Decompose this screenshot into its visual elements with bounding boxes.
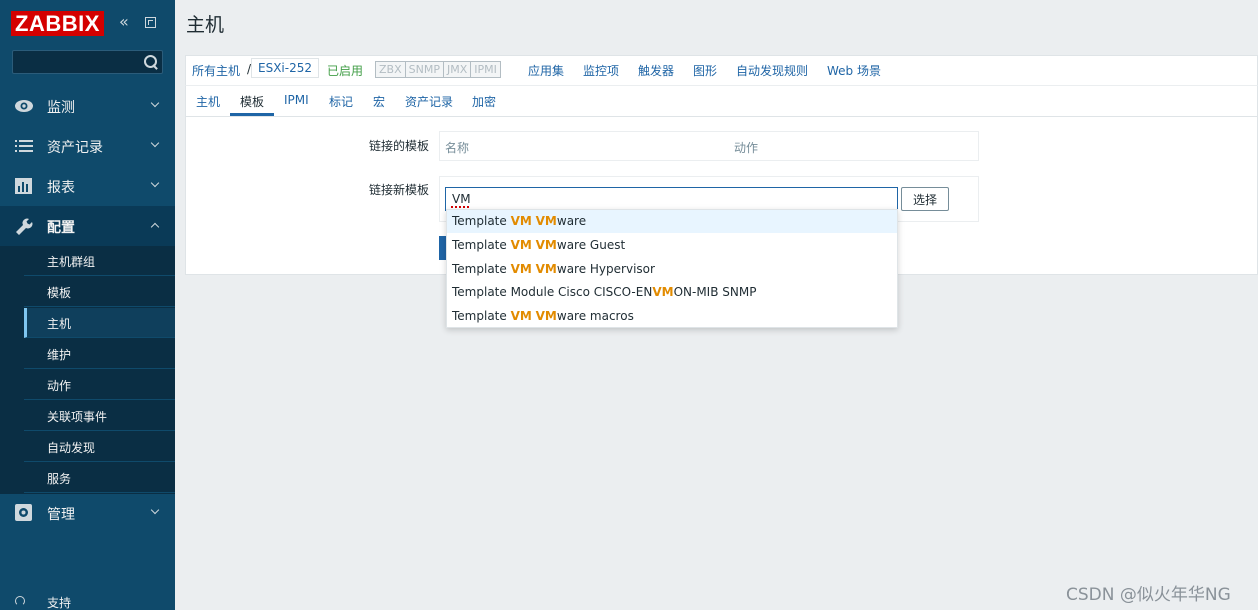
sidebar: ZABBIX « 监测 资产记录 报表 配置 主机群组 模板 主机 维护 动作 … — [0, 0, 175, 610]
menu-label: 监测 — [47, 100, 75, 116]
chevron-down-icon — [150, 505, 160, 515]
autocomplete-option[interactable]: Template VM VMware — [447, 210, 897, 233]
tab-templates[interactable]: 模板 — [240, 93, 264, 110]
submenu-item-maintenance[interactable]: 维护 — [24, 339, 175, 369]
search-icon[interactable] — [144, 55, 158, 69]
autocomplete-option[interactable]: Template Module Cisco CISCO-ENVMON-MIB S… — [447, 281, 897, 304]
submenu-item-actions[interactable]: 动作 — [24, 370, 175, 400]
col-header-name: 名称 — [445, 141, 470, 155]
submenu-label: 主机 — [47, 317, 72, 331]
menu-administration[interactable]: 管理 — [0, 493, 175, 533]
autocomplete-option[interactable]: Template VM VMware macros — [447, 305, 897, 328]
availability-zbx: ZBX — [376, 62, 406, 77]
zabbix-logo[interactable]: ZABBIX — [11, 11, 104, 36]
linked-templates-label: 链接的模板 — [369, 139, 430, 153]
host-tabs: 主机 模板 IPMI 标记 宏 资产记录 加密 — [185, 85, 1258, 117]
col-header-action: 动作 — [734, 141, 759, 155]
submenu-label: 动作 — [47, 379, 72, 393]
autocomplete-option[interactable]: Template VM VMware Hypervisor — [447, 258, 897, 281]
tab-tags[interactable]: 标记 — [329, 93, 353, 110]
menu-monitoring[interactable]: 监测 — [0, 86, 175, 126]
host-status-enabled[interactable]: 已启用 — [327, 62, 363, 79]
availability-badges: ZBX SNMP JMX IPMI — [375, 61, 501, 78]
link-triggers[interactable]: 触发器 — [638, 62, 674, 79]
menu-label: 配置 — [47, 220, 75, 236]
list-icon — [15, 140, 33, 152]
submenu-label: 模板 — [47, 286, 72, 300]
availability-jmx: JMX — [443, 62, 472, 77]
kiosk-mode-icon[interactable] — [145, 17, 156, 28]
submenu-item-templates[interactable]: 模板 — [24, 277, 175, 307]
submenu-label: 服务 — [47, 472, 72, 486]
active-tab-indicator — [230, 113, 274, 116]
link-web-scenarios[interactable]: Web 场景 — [827, 62, 881, 79]
tab-macros[interactable]: 宏 — [373, 93, 385, 110]
tab-host[interactable]: 主机 — [196, 93, 220, 110]
select-button[interactable]: 选择 — [901, 187, 949, 211]
submenu-item-services[interactable]: 服务 — [24, 463, 175, 493]
eye-icon — [15, 100, 33, 112]
link-new-templates-label: 链接新模板 — [369, 183, 430, 197]
page-header: 主机 — [175, 0, 1258, 46]
menu-label: 管理 — [47, 507, 75, 523]
csdn-watermark: CSDN @似火年华NG — [1066, 585, 1231, 605]
tab-ipmi[interactable]: IPMI — [284, 93, 309, 107]
autocomplete-dropdown: Template VM VMware Template VM VMware Gu… — [446, 209, 898, 328]
menu-label: 报表 — [47, 180, 75, 196]
support-label: 支持 — [47, 596, 72, 610]
link-applications[interactable]: 应用集 — [528, 62, 564, 79]
submenu-label: 维护 — [47, 348, 72, 362]
chevron-down-icon — [150, 138, 160, 148]
menu-inventory[interactable]: 资产记录 — [0, 126, 175, 166]
gear-icon — [15, 504, 32, 521]
breadcrumb-current-host[interactable]: ESXi-252 — [251, 58, 319, 78]
availability-snmp: SNMP — [405, 62, 444, 77]
chevron-up-icon — [150, 222, 160, 232]
submenu-item-host-groups[interactable]: 主机群组 — [24, 246, 175, 276]
submenu-item-discovery[interactable]: 自动发现 — [24, 432, 175, 462]
collapse-sidebar-icon[interactable]: « — [119, 14, 134, 30]
menu-configuration[interactable]: 配置 — [0, 206, 175, 246]
availability-ipmi: IPMI — [471, 62, 500, 77]
tab-inventory[interactable]: 资产记录 — [405, 93, 453, 110]
config-submenu: 主机群组 模板 主机 维护 动作 关联项事件 自动发现 服务 — [0, 246, 175, 494]
template-search-input[interactable] — [445, 187, 898, 211]
sidebar-search-input[interactable] — [12, 50, 163, 74]
link-discovery-rules[interactable]: 自动发现规则 — [736, 62, 808, 79]
host-navigation: 所有主机 / ESXi-252 已启用 ZBX SNMP JMX IPMI 应用… — [185, 55, 1258, 85]
bar-chart-icon — [15, 178, 32, 194]
linked-templates-table: 名称 动作 — [439, 131, 979, 161]
link-graphs[interactable]: 图形 — [693, 62, 717, 79]
link-items[interactable]: 监控项 — [583, 62, 619, 79]
logo-row: ZABBIX « — [0, 0, 175, 46]
menu-label: 资产记录 — [47, 140, 103, 156]
chevron-down-icon — [150, 98, 160, 108]
tab-encryption[interactable]: 加密 — [472, 93, 496, 110]
menu-reports[interactable]: 报表 — [0, 166, 175, 206]
spellcheck-underline — [451, 205, 469, 208]
submenu-label: 自动发现 — [47, 441, 96, 455]
submenu-item-hosts[interactable]: 主机 — [24, 308, 175, 338]
chevron-down-icon — [150, 178, 160, 188]
page-title: 主机 — [186, 14, 225, 36]
submenu-label: 主机群组 — [47, 255, 96, 269]
autocomplete-option[interactable]: Template VM VMware Guest — [447, 234, 897, 257]
wrench-icon — [16, 218, 33, 235]
submenu-item-event-correlation[interactable]: 关联项事件 — [24, 401, 175, 431]
submenu-label: 关联项事件 — [47, 410, 108, 424]
breadcrumb-all-hosts[interactable]: 所有主机 — [192, 62, 240, 79]
headset-icon — [15, 596, 25, 606]
